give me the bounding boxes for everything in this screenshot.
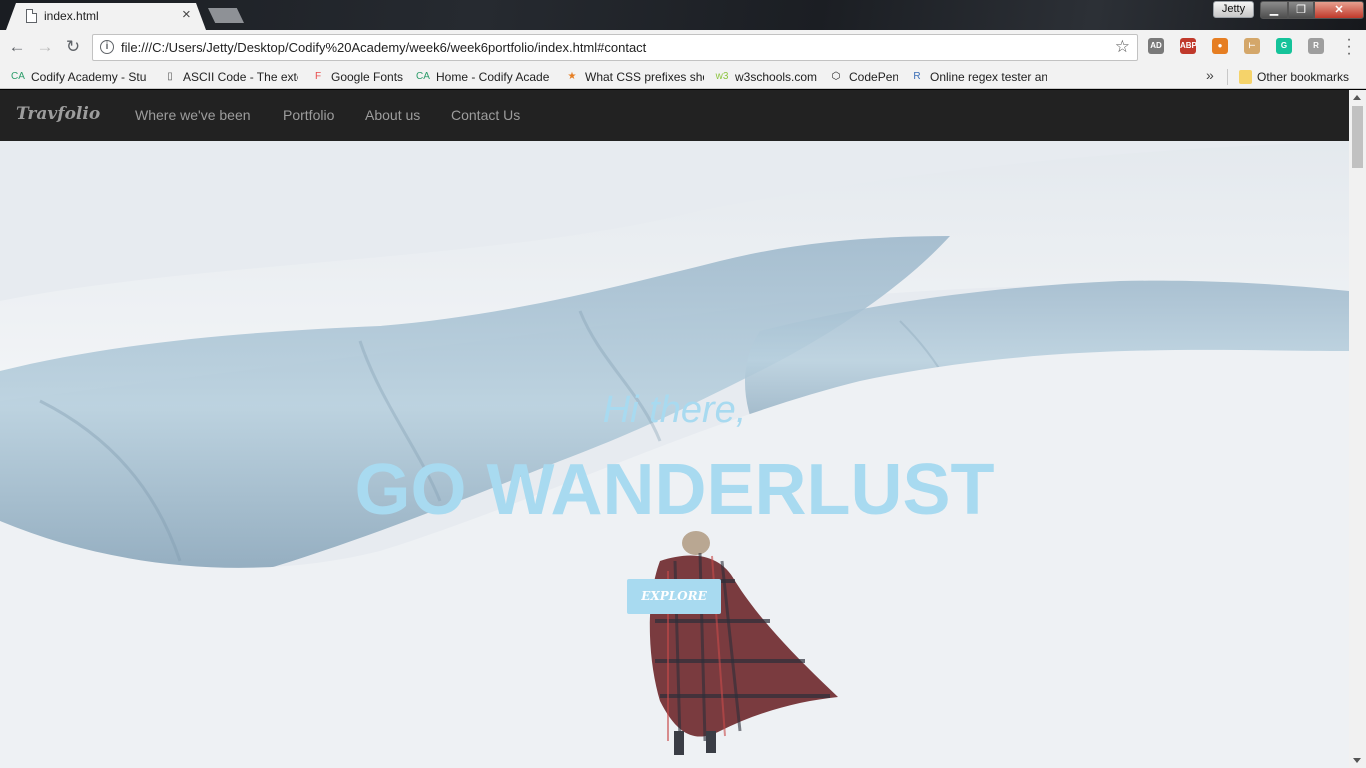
- page-viewport: Travfolio Where we've been Portfolio Abo…: [0, 90, 1349, 768]
- hero-title: GO WANDERLUST: [354, 450, 995, 530]
- bookmarks-overflow-button[interactable]: »: [1206, 67, 1214, 83]
- close-window-button[interactable]: ✕: [1314, 1, 1364, 19]
- adblock-icon[interactable]: AD: [1148, 38, 1164, 54]
- extension-r-icon[interactable]: R: [1308, 38, 1324, 54]
- tab-close-button[interactable]: ×: [182, 6, 191, 23]
- scroll-up-arrow-icon[interactable]: [1353, 95, 1361, 100]
- window-title-bar: index.html × Jetty ▁ ❐ ✕: [0, 0, 1366, 30]
- ruler-icon[interactable]: ⊢: [1244, 38, 1260, 54]
- nav-contact-us[interactable]: Contact Us: [451, 107, 520, 123]
- other-bookmarks-label: Other bookmarks: [1257, 69, 1350, 84]
- bookmark-item[interactable]: R Online regex tester an: [909, 68, 1047, 85]
- other-bookmarks-folder[interactable]: Other bookmarks: [1239, 68, 1349, 85]
- bookmark-favicon-icon: ⬡: [831, 70, 841, 82]
- minimize-button[interactable]: ▁: [1260, 1, 1288, 19]
- bookmark-label: w3schools.com: [735, 69, 818, 84]
- address-bar[interactable]: i file:///C:/Users/Jetty/Desktop/Codify%…: [92, 34, 1138, 61]
- bookmark-favicon-icon: F: [314, 70, 322, 82]
- document-icon: [26, 9, 37, 23]
- grammarly-icon[interactable]: G: [1276, 38, 1292, 54]
- bookmark-favicon-icon: R: [913, 70, 921, 82]
- bookmark-item[interactable]: F Google Fonts: [310, 68, 406, 85]
- bookmark-item[interactable]: ▯ ASCII Code - The exte: [162, 68, 298, 85]
- bookmark-favicon-icon: CA: [11, 70, 25, 82]
- nav-portfolio[interactable]: Portfolio: [283, 107, 334, 123]
- bookmark-label: CodePen: [849, 69, 898, 84]
- abp-icon[interactable]: ABP: [1180, 38, 1197, 54]
- tab-index-html[interactable]: index.html ×: [6, 3, 206, 30]
- chrome-menu-icon[interactable]: · · ·: [1344, 32, 1354, 62]
- maximize-button[interactable]: ❐: [1288, 1, 1314, 19]
- bookmark-label: What CSS prefixes sho: [585, 69, 704, 84]
- back-button[interactable]: ←: [6, 36, 28, 58]
- scroll-down-arrow-icon[interactable]: [1353, 758, 1361, 763]
- bookmark-star-icon[interactable]: ☆: [1115, 37, 1130, 57]
- address-text[interactable]: file:///C:/Users/Jetty/Desktop/Codify%20…: [121, 40, 646, 55]
- tab-title: index.html: [44, 9, 99, 23]
- info-icon[interactable]: i: [100, 40, 114, 54]
- page-scrollbar[interactable]: [1349, 90, 1366, 768]
- scroll-thumb[interactable]: [1352, 106, 1363, 168]
- nav-where-weve-been[interactable]: Where we've been: [135, 107, 251, 123]
- explore-button[interactable]: EXPLORE: [627, 579, 721, 614]
- hero-section: Hi there, GO WANDERLUST EXPLORE: [0, 141, 1349, 768]
- bookmark-item[interactable]: CA Home - Codify Acade: [415, 68, 553, 85]
- bookmark-label: Home - Codify Acade: [436, 69, 550, 84]
- bookmarks-divider: [1227, 69, 1228, 85]
- profile-button[interactable]: Jetty: [1213, 1, 1254, 18]
- bookmark-favicon-icon: ▯: [167, 70, 173, 82]
- bookmark-label: Codify Academy - Stu: [31, 69, 147, 84]
- site-navbar: Travfolio Where we've been Portfolio Abo…: [0, 90, 1349, 141]
- bookmark-favicon-icon: w3: [715, 70, 729, 82]
- hero-greeting: Hi there,: [602, 389, 747, 431]
- bookmark-item[interactable]: w3 w3schools.com: [714, 68, 818, 85]
- new-tab-button[interactable]: [208, 8, 244, 23]
- bookmarks-bar: CA Codify Academy - Stu ▯ ASCII Code - The …: [0, 64, 1366, 89]
- bookmark-item[interactable]: ⬡ CodePen: [828, 68, 898, 85]
- bookmark-favicon-icon: ★: [567, 70, 577, 82]
- bookmark-label: Online regex tester an: [930, 69, 1047, 84]
- bookmark-label: Google Fonts: [331, 69, 404, 84]
- bookmark-favicon-icon: CA: [416, 70, 430, 82]
- forward-button[interactable]: →: [34, 36, 56, 58]
- nav-about-us[interactable]: About us: [365, 107, 420, 123]
- bookmark-item[interactable]: ★ What CSS prefixes sho: [564, 68, 704, 85]
- site-brand[interactable]: Travfolio: [16, 104, 100, 124]
- color-wheel-icon[interactable]: ●: [1212, 38, 1228, 54]
- bookmark-label: ASCII Code - The exte: [183, 69, 298, 84]
- reload-button[interactable]: ↻: [62, 36, 84, 58]
- bookmark-item[interactable]: CA Codify Academy - Stu: [10, 68, 148, 85]
- folder-icon: [1239, 69, 1252, 84]
